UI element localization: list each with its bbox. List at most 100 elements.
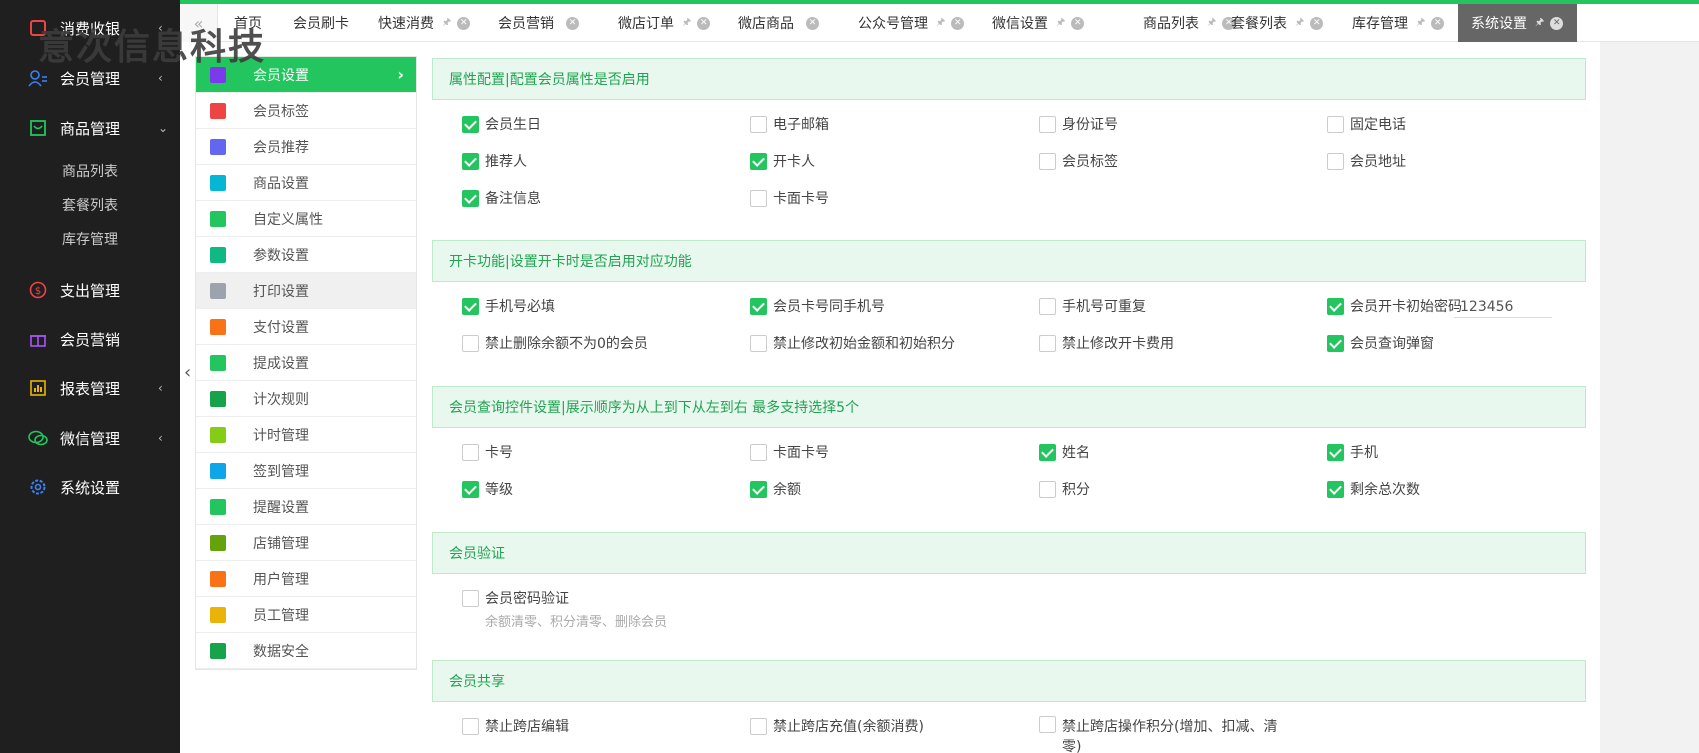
- checkbox-checked[interactable]: [750, 480, 767, 498]
- checkbox-unchecked[interactable]: [1039, 334, 1056, 352]
- tab-shop-goods[interactable]: 微店商品 ✕: [738, 4, 819, 42]
- submenu-item[interactable]: 店铺管理: [196, 525, 416, 561]
- tab-package-list[interactable]: 套餐列表 🖈 ✕: [1231, 4, 1324, 42]
- checkbox-option[interactable]: 剩余总次数: [1327, 479, 1420, 499]
- checkbox-option[interactable]: 会员生日: [462, 114, 541, 134]
- submenu-item[interactable]: 提醒设置: [196, 489, 416, 525]
- checkbox-option[interactable]: 手机: [1327, 442, 1378, 462]
- close-icon[interactable]: ✕: [457, 16, 471, 30]
- sidebar-subitem-goods-list[interactable]: 商品列表: [62, 161, 118, 181]
- pin-icon[interactable]: 🖈: [682, 15, 691, 32]
- checkbox-unchecked[interactable]: [750, 115, 767, 133]
- checkbox-option[interactable]: 固定电话: [1327, 114, 1406, 134]
- collapse-chevron-icon[interactable]: ‹: [184, 362, 191, 383]
- checkbox-checked[interactable]: [1327, 480, 1344, 498]
- checkbox-option[interactable]: 卡面卡号: [750, 188, 829, 208]
- submenu-item[interactable]: 提成设置: [196, 345, 416, 381]
- pin-icon[interactable]: 🖈: [442, 15, 451, 32]
- pin-icon[interactable]: 🖈: [1207, 15, 1216, 32]
- pin-icon[interactable]: 🖈: [1295, 15, 1304, 32]
- checkbox-checked[interactable]: [462, 152, 479, 170]
- checkbox-option[interactable]: 开卡人: [750, 151, 815, 171]
- checkbox-option[interactable]: 会员地址: [1327, 151, 1406, 171]
- checkbox-checked[interactable]: [750, 152, 767, 170]
- close-icon[interactable]: ✕: [697, 16, 711, 30]
- checkbox-option[interactable]: 等级: [462, 479, 513, 499]
- checkbox-option[interactable]: 推荐人: [462, 151, 527, 171]
- checkbox-option[interactable]: 会员卡号同手机号: [750, 296, 885, 316]
- tab-wechat-settings[interactable]: 微信设置 🖈 ✕: [992, 4, 1085, 42]
- submenu-item[interactable]: 数据安全: [196, 633, 416, 669]
- checkbox-option[interactable]: 会员标签: [1039, 151, 1118, 171]
- checkbox-unchecked[interactable]: [750, 334, 767, 352]
- nav-report[interactable]: 报表管理 ‹: [0, 368, 180, 408]
- checkbox-checked[interactable]: [1327, 443, 1344, 461]
- pin-icon[interactable]: 🖈: [1416, 15, 1425, 32]
- checkbox-unchecked[interactable]: [462, 589, 479, 607]
- nav-cashier[interactable]: 消费收银 ‹: [0, 8, 180, 48]
- checkbox-checked[interactable]: [1039, 443, 1056, 461]
- close-icon[interactable]: ✕: [1071, 16, 1085, 30]
- checkbox-unchecked[interactable]: [1039, 297, 1056, 315]
- sidebar-subitem-inventory[interactable]: 库存管理: [62, 229, 118, 249]
- submenu-item[interactable]: 参数设置: [196, 237, 416, 273]
- tab-home[interactable]: 首页: [234, 4, 262, 42]
- submenu-item[interactable]: 用户管理: [196, 561, 416, 597]
- close-icon[interactable]: ✕: [1310, 16, 1324, 30]
- checkbox-unchecked[interactable]: [1039, 115, 1056, 133]
- close-icon[interactable]: ✕: [1550, 16, 1564, 30]
- checkbox-option[interactable]: 禁止删除余额不为0的会员: [462, 333, 648, 353]
- pin-icon[interactable]: 🖈: [1535, 15, 1544, 32]
- checkbox-checked[interactable]: [750, 297, 767, 315]
- checkbox-checked[interactable]: [462, 189, 479, 207]
- checkbox-option[interactable]: 禁止跨店操作积分(增加、扣减、清零): [1039, 716, 1282, 753]
- nav-system[interactable]: 系统设置: [0, 467, 180, 507]
- scroll-left-icon[interactable]: «: [180, 4, 218, 42]
- close-icon[interactable]: ✕: [806, 16, 819, 30]
- checkbox-unchecked[interactable]: [462, 443, 479, 461]
- checkbox-option[interactable]: 会员开卡初始密码: [1327, 296, 1462, 316]
- checkbox-unchecked[interactable]: [750, 443, 767, 461]
- checkbox-unchecked[interactable]: [1327, 115, 1344, 133]
- close-icon[interactable]: ✕: [1431, 16, 1445, 30]
- tab-member-marketing[interactable]: 会员营销 ✕: [498, 4, 579, 42]
- tab-member-card[interactable]: 会员刷卡: [293, 4, 349, 42]
- close-icon[interactable]: ✕: [951, 16, 965, 30]
- sidebar-subitem-package-list[interactable]: 套餐列表: [62, 195, 118, 215]
- checkbox-option[interactable]: 卡面卡号: [750, 442, 829, 462]
- submenu-item[interactable]: 会员标签: [196, 93, 416, 129]
- nav-marketing[interactable]: 会员营销: [0, 319, 180, 359]
- checkbox-unchecked[interactable]: [750, 189, 767, 207]
- checkbox-option[interactable]: 会员密码验证: [462, 588, 569, 608]
- submenu-item[interactable]: 计次规则: [196, 381, 416, 417]
- checkbox-unchecked[interactable]: [462, 334, 479, 352]
- close-icon[interactable]: ✕: [566, 16, 579, 30]
- checkbox-checked[interactable]: [462, 115, 479, 133]
- checkbox-unchecked[interactable]: [750, 717, 767, 735]
- submenu-item[interactable]: 会员推荐: [196, 129, 416, 165]
- pin-icon[interactable]: 🖈: [936, 15, 945, 32]
- nav-expense[interactable]: $ 支出管理: [0, 270, 180, 310]
- submenu-item[interactable]: 自定义属性: [196, 201, 416, 237]
- submenu-item[interactable]: 支付设置: [196, 309, 416, 345]
- tab-official-account[interactable]: 公众号管理 🖈 ✕: [858, 4, 965, 42]
- submenu-item[interactable]: 计时管理: [196, 417, 416, 453]
- pin-icon[interactable]: 🖈: [1056, 15, 1065, 32]
- checkbox-option[interactable]: 积分: [1039, 479, 1090, 499]
- tab-system-settings[interactable]: 系统设置 🖈 ✕: [1458, 4, 1577, 42]
- checkbox-option[interactable]: 余额: [750, 479, 801, 499]
- checkbox-unchecked[interactable]: [1039, 152, 1056, 170]
- checkbox-option[interactable]: 手机号可重复: [1039, 296, 1146, 316]
- checkbox-option[interactable]: 手机号必填: [462, 296, 555, 316]
- init-password-input[interactable]: [1454, 296, 1552, 318]
- tab-shop-orders[interactable]: 微店订单 🖈 ✕: [618, 4, 711, 42]
- checkbox-unchecked[interactable]: [462, 717, 479, 735]
- submenu-item[interactable]: 签到管理: [196, 453, 416, 489]
- tab-inventory[interactable]: 库存管理 🖈 ✕: [1352, 4, 1445, 42]
- checkbox-checked[interactable]: [462, 480, 479, 498]
- submenu-item[interactable]: 会员设置 ›: [196, 57, 416, 93]
- checkbox-option[interactable]: 备注信息: [462, 188, 541, 208]
- nav-member[interactable]: 会员管理 ‹: [0, 58, 180, 98]
- tab-goods-list[interactable]: 商品列表 🖈 ✕: [1143, 4, 1236, 42]
- checkbox-option[interactable]: 禁止修改开卡费用: [1039, 333, 1174, 353]
